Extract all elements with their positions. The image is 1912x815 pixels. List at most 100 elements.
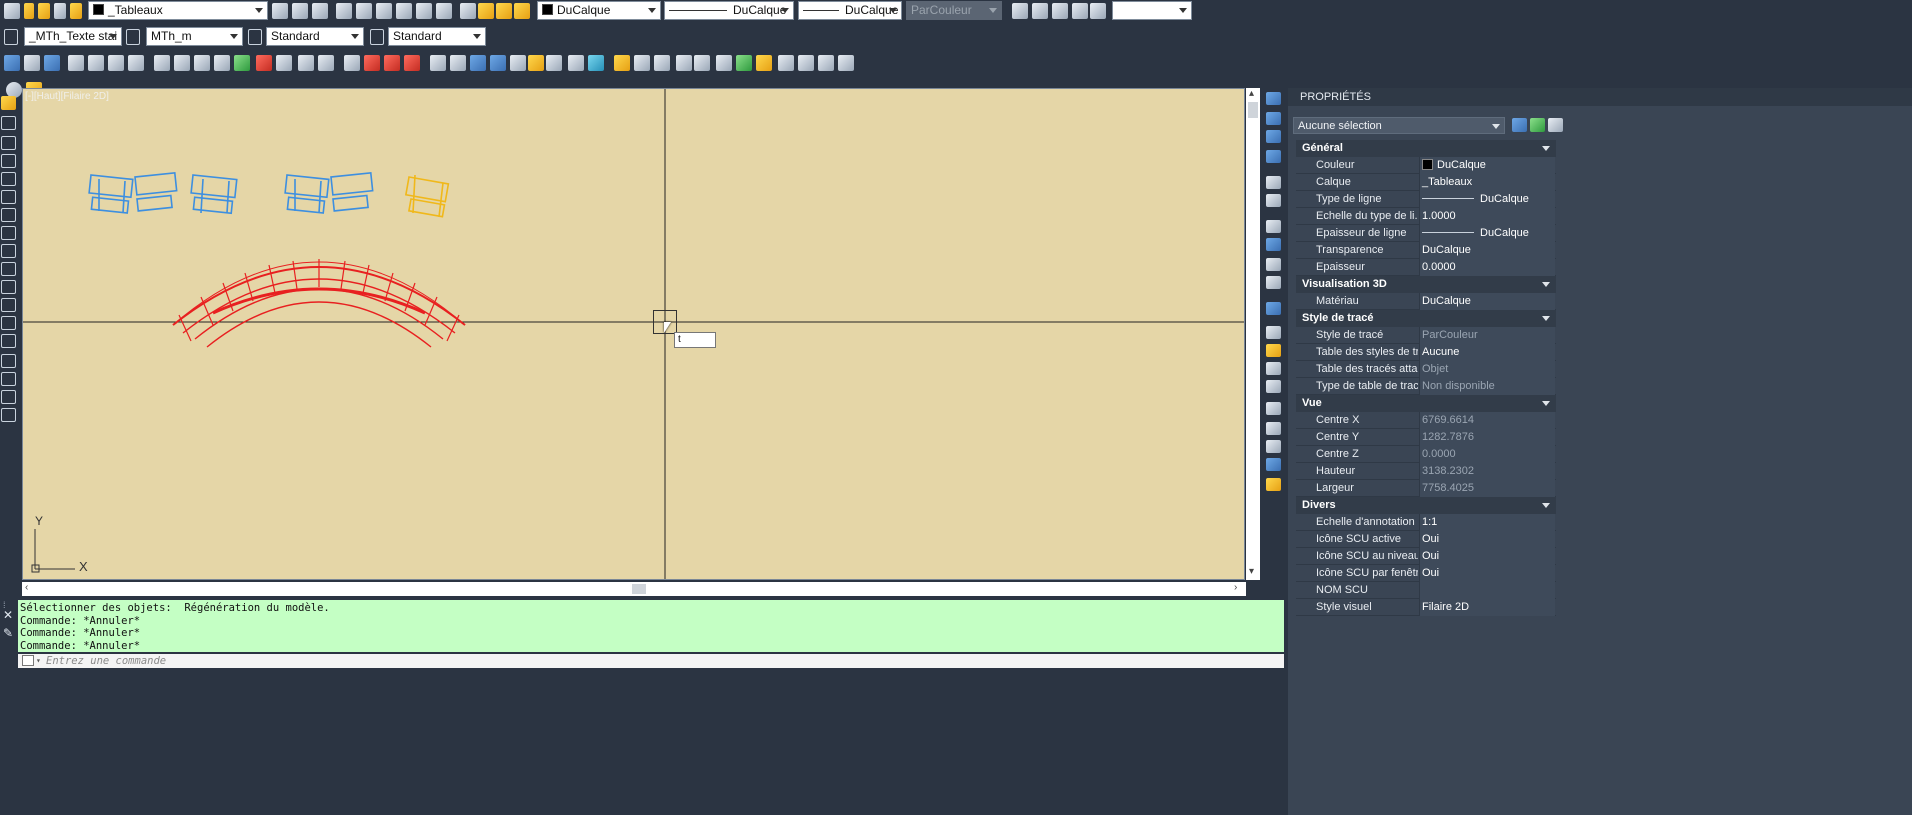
property-row[interactable]: Transparence DuCalque [1296,242,1556,259]
trim-icon[interactable] [1,262,16,276]
viewport-freeze-icon[interactable] [54,3,66,19]
open-icon[interactable] [24,55,40,71]
bulb-on-icon[interactable] [24,3,34,19]
mirror-icon[interactable] [1,136,16,150]
property-value[interactable]: Oui [1419,548,1555,565]
viewport-convert-icon[interactable] [1052,3,1068,19]
explode-icon[interactable] [1,408,16,422]
properties-2-icon[interactable] [1266,194,1281,207]
text-style-dropdown[interactable]: _MTh_Texte stai [24,27,122,46]
light-icon[interactable] [528,55,544,71]
property-value[interactable]: Filaire 2D [1419,599,1555,616]
chevron-down-icon[interactable] [1542,316,1550,321]
stamp-icon[interactable] [1266,402,1281,415]
lineweight-dropdown[interactable]: DuCalque [798,1,902,20]
linetype-dropdown[interactable]: DuCalque [664,1,794,20]
dynamic-input-field[interactable]: t [674,332,716,348]
paint-icon[interactable] [1266,344,1281,357]
scale-icon[interactable] [1,226,16,240]
zoom-icon[interactable] [1266,276,1281,289]
property-row[interactable]: Table des tracés atta... Objet [1296,361,1556,378]
marker-icon[interactable] [1266,478,1281,491]
property-value[interactable]: DuCalque [1419,242,1555,259]
undo-icon[interactable] [510,55,526,71]
offset-icon[interactable] [1,154,16,168]
group-icon[interactable] [1266,380,1281,393]
property-section-header[interactable]: Visualisation 3D [1296,276,1556,293]
fillet-icon[interactable] [1,372,16,386]
viewport-scale-dropdown[interactable] [1112,1,1192,20]
multileader-style-dropdown[interactable]: Standard [388,27,486,46]
property-row[interactable]: Matériau DuCalque [1296,293,1556,310]
property-section-header[interactable]: Divers [1296,497,1556,514]
property-row[interactable]: Couleur DuCalque [1296,157,1556,174]
layer-on-icon[interactable] [496,3,512,19]
select-objects-icon[interactable] [1530,118,1545,132]
globe-icon[interactable] [470,55,486,71]
property-value[interactable]: 0.0000 [1419,259,1555,276]
connect-icon[interactable] [818,55,834,71]
grid-icon[interactable] [838,55,854,71]
tool-icon[interactable] [1266,220,1281,233]
mtext-icon[interactable] [318,55,334,71]
pencil-icon[interactable] [1,96,16,110]
print-preview-icon[interactable] [1266,422,1281,435]
property-row[interactable]: Type de table de tracé Non disponible [1296,378,1556,395]
print-icon[interactable] [128,55,144,71]
extend-icon[interactable] [1,280,16,294]
viewport-scale-icon[interactable] [1090,3,1106,19]
save-icon[interactable] [44,55,60,71]
layer-merge-icon[interactable] [514,3,530,19]
property-row[interactable]: Epaisseur de ligne DuCalque [1296,225,1556,242]
property-row[interactable]: Style visuel Filaire 2D [1296,599,1556,616]
viewport-single-icon[interactable] [1012,3,1028,19]
equals-icon[interactable] [756,55,772,71]
property-row[interactable]: Type de ligne DuCalque [1296,191,1556,208]
property-value[interactable]: DuCalque [1419,191,1555,208]
dimension-style-dropdown[interactable]: MTh_m [146,27,243,46]
layers-4-icon[interactable] [1266,150,1281,163]
property-row[interactable]: Centre X 6769.6614 [1296,412,1556,429]
chevron-down-icon[interactable] [1542,503,1550,508]
scroll-left-icon[interactable]: ‹ [25,582,28,593]
layer-lock-icon[interactable] [416,3,432,19]
rotate-icon[interactable] [1,208,16,222]
property-row[interactable]: Table des styles de tr... Aucune [1296,344,1556,361]
properties-icon[interactable] [1266,176,1281,189]
close-icon[interactable]: ✕ [3,608,13,622]
layer-off-icon[interactable] [396,3,412,19]
property-row[interactable]: Icône SCU active Oui [1296,531,1556,548]
measure-icon[interactable] [588,55,604,71]
tool-palette-icon[interactable] [634,55,650,71]
help-icon[interactable] [676,55,692,71]
layer-freeze-icon[interactable] [376,3,392,19]
check-icon[interactable] [736,55,752,71]
help-2-icon[interactable] [694,55,710,71]
property-value[interactable] [1419,582,1555,599]
sheet-set-icon[interactable] [1266,458,1281,471]
tile-icon[interactable] [88,55,104,71]
property-section-header[interactable]: Général [1296,140,1556,157]
table-style-icon[interactable] [248,29,262,45]
move-icon[interactable] [1,190,16,204]
layer-thaw-icon[interactable] [478,3,494,19]
table-style-dropdown[interactable]: Standard [266,27,364,46]
lock-icon[interactable] [70,3,82,19]
help-3-icon[interactable] [716,55,732,71]
chevron-down-icon[interactable]: ▾ [36,654,41,668]
property-row[interactable]: Style de tracé ParCouleur [1296,327,1556,344]
hatch-icon[interactable] [256,55,272,71]
match-layer-icon[interactable] [292,3,308,19]
arc-icon[interactable] [214,55,230,71]
design-center-icon[interactable] [654,55,670,71]
toggle-pickadd-icon[interactable] [1512,118,1527,132]
drawing-canvas[interactable]: Y X [23,89,1245,580]
property-row[interactable]: Echelle d'annotation 1:1 [1296,514,1556,531]
property-row[interactable]: Centre Y 1282.7876 [1296,429,1556,446]
quick-select-icon[interactable] [1548,118,1563,132]
selection-dropdown[interactable]: Aucune sélection [1293,117,1505,134]
horizontal-scrollbar[interactable]: ‹ › [22,582,1246,596]
chevron-down-icon[interactable] [1542,401,1550,406]
scroll-up-icon[interactable]: ▴ [1249,88,1254,99]
property-value[interactable]: 1:1 [1419,514,1555,531]
